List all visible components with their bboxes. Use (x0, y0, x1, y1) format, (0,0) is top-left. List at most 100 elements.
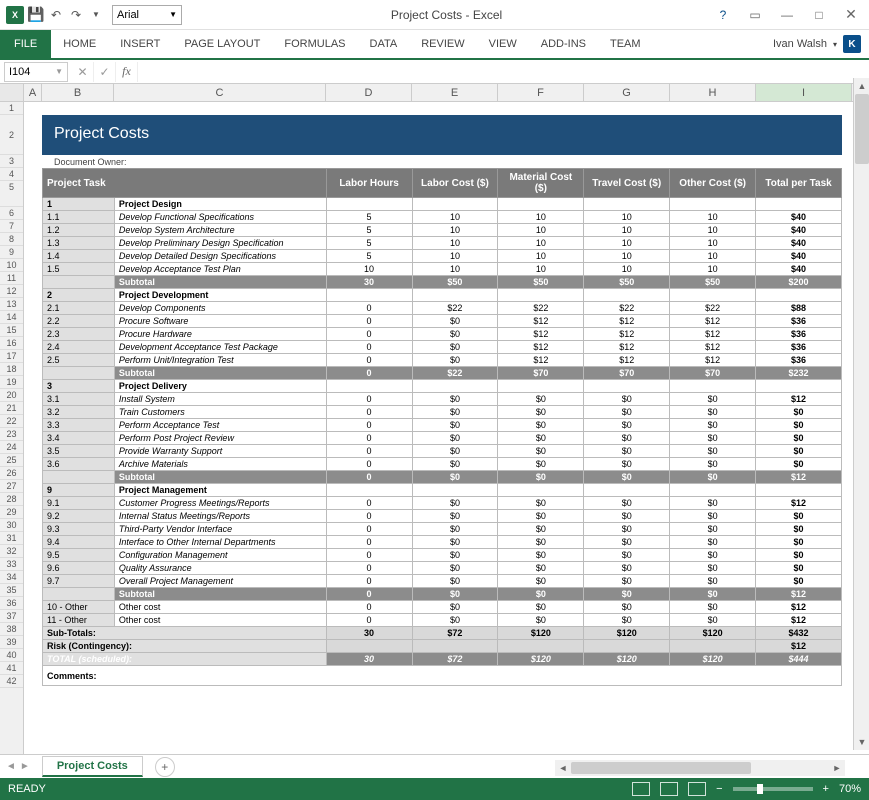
row-header-16[interactable]: 16 (0, 337, 23, 350)
close-button[interactable]: ✕ (839, 5, 863, 25)
row-header-8[interactable]: 8 (0, 233, 23, 246)
row-header-42[interactable]: 42 (0, 675, 23, 688)
column-header-I[interactable]: I (756, 84, 852, 101)
col-header[interactable]: Labor Cost ($) (412, 169, 498, 198)
ribbon-tab-team[interactable]: TEAM (598, 30, 653, 58)
scroll-down-icon[interactable]: ▼ (854, 734, 869, 750)
row-header-20[interactable]: 20 (0, 389, 23, 402)
ribbon-tab-insert[interactable]: INSERT (108, 30, 172, 58)
row-header-7[interactable]: 7 (0, 220, 23, 233)
save-icon[interactable]: 💾 (28, 7, 44, 23)
row-header-39[interactable]: 39 (0, 636, 23, 649)
normal-view-button[interactable] (632, 782, 650, 796)
column-header-H[interactable]: H (670, 84, 756, 101)
row-header-24[interactable]: 24 (0, 441, 23, 454)
col-header[interactable]: Material Cost ($) (498, 169, 584, 198)
row-header-27[interactable]: 27 (0, 480, 23, 493)
row-header-10[interactable]: 10 (0, 259, 23, 272)
row-header-11[interactable]: 11 (0, 272, 23, 285)
row-header-6[interactable]: 6 (0, 207, 23, 220)
row-header-41[interactable]: 41 (0, 662, 23, 675)
row-header-3[interactable]: 3 (0, 155, 23, 168)
col-header[interactable]: Other Cost ($) (670, 169, 756, 198)
row-header-21[interactable]: 21 (0, 402, 23, 415)
column-header-G[interactable]: G (584, 84, 670, 101)
row-header-13[interactable]: 13 (0, 298, 23, 311)
row-header-29[interactable]: 29 (0, 506, 23, 519)
row-header-23[interactable]: 23 (0, 428, 23, 441)
tab-nav-next-icon[interactable]: ► (20, 761, 30, 772)
zoom-slider[interactable] (733, 787, 813, 791)
page-layout-view-button[interactable] (660, 782, 678, 796)
col-header[interactable]: Travel Cost ($) (584, 169, 670, 198)
column-header-A[interactable]: A (24, 84, 42, 101)
horizontal-scroll-thumb[interactable] (571, 762, 751, 774)
column-header-B[interactable]: B (42, 84, 114, 101)
ribbon-display-icon[interactable]: ▭ (743, 5, 767, 25)
col-project-task[interactable]: Project Task (43, 169, 327, 198)
row-header-28[interactable]: 28 (0, 493, 23, 506)
row-header-26[interactable]: 26 (0, 467, 23, 480)
row-header-1[interactable]: 1 (0, 102, 23, 115)
zoom-slider-thumb[interactable] (757, 784, 763, 794)
tab-nav-prev-icon[interactable]: ◄ (6, 761, 16, 772)
ribbon-tab-page-layout[interactable]: PAGE LAYOUT (172, 30, 272, 58)
help-icon[interactable]: ? (711, 5, 735, 25)
col-header[interactable]: Total per Task (756, 169, 842, 198)
cancel-formula-icon[interactable]: ✕ (72, 62, 94, 82)
user-dropdown-icon[interactable]: ▾ (833, 40, 837, 49)
sheet-tab-active[interactable]: Project Costs (42, 756, 143, 777)
row-header-19[interactable]: 19 (0, 376, 23, 389)
column-header-F[interactable]: F (498, 84, 584, 101)
zoom-in-button[interactable]: + (823, 783, 829, 795)
row-header-12[interactable]: 12 (0, 285, 23, 298)
row-header-36[interactable]: 36 (0, 597, 23, 610)
tab-nav-buttons[interactable]: ◄ ► (6, 761, 30, 772)
vertical-scroll-thumb[interactable] (855, 94, 869, 164)
enter-formula-icon[interactable]: ✓ (94, 62, 116, 82)
column-header-E[interactable]: E (412, 84, 498, 101)
ribbon-tab-view[interactable]: VIEW (477, 30, 529, 58)
excel-app-icon[interactable]: X (6, 6, 24, 24)
column-header-C[interactable]: C (114, 84, 326, 101)
add-sheet-button[interactable]: + (155, 757, 175, 777)
row-header-40[interactable]: 40 (0, 649, 23, 662)
row-header-33[interactable]: 33 (0, 558, 23, 571)
zoom-level[interactable]: 70% (839, 783, 861, 795)
row-header-17[interactable]: 17 (0, 350, 23, 363)
row-header-14[interactable]: 14 (0, 311, 23, 324)
row-header-34[interactable]: 34 (0, 571, 23, 584)
row-header-31[interactable]: 31 (0, 532, 23, 545)
scroll-left-icon[interactable]: ◄ (555, 763, 571, 773)
formula-input[interactable] (138, 62, 869, 82)
row-header-2[interactable]: 2 (0, 115, 23, 155)
ribbon-tab-review[interactable]: REVIEW (409, 30, 476, 58)
maximize-button[interactable]: □ (807, 5, 831, 25)
row-header-22[interactable]: 22 (0, 415, 23, 428)
qat-dropdown-icon[interactable]: ▼ (88, 7, 104, 23)
horizontal-scrollbar[interactable]: ◄ ► (555, 760, 845, 776)
row-header-15[interactable]: 15 (0, 324, 23, 337)
ribbon-tab-data[interactable]: DATA (358, 30, 410, 58)
row-header-4[interactable]: 4 (0, 168, 23, 181)
user-avatar[interactable]: K (843, 35, 861, 53)
ribbon-tab-home[interactable]: HOME (51, 30, 108, 58)
vertical-scrollbar[interactable]: ▲ ▼ (853, 78, 869, 750)
worksheet-area[interactable]: Project Costs Document Owner: Project Ta… (24, 102, 869, 757)
minimize-button[interactable]: — (775, 5, 799, 25)
scroll-up-icon[interactable]: ▲ (854, 78, 869, 94)
font-family-combo[interactable]: Arial ▼ (112, 5, 182, 25)
user-name[interactable]: Ivan Walsh (773, 38, 827, 50)
ribbon-tab-add-ins[interactable]: ADD-INS (529, 30, 598, 58)
insert-function-icon[interactable]: fx (116, 62, 138, 82)
row-header-25[interactable]: 25 (0, 454, 23, 467)
row-header-5[interactable]: 5 (0, 181, 23, 207)
row-header-30[interactable]: 30 (0, 519, 23, 532)
ribbon-tab-formulas[interactable]: FORMULAS (272, 30, 357, 58)
col-header[interactable]: Labor Hours (326, 169, 412, 198)
row-header-9[interactable]: 9 (0, 246, 23, 259)
undo-icon[interactable]: ↶ (48, 7, 64, 23)
select-all-button[interactable] (0, 84, 24, 101)
redo-icon[interactable]: ↷ (68, 7, 84, 23)
row-header-32[interactable]: 32 (0, 545, 23, 558)
